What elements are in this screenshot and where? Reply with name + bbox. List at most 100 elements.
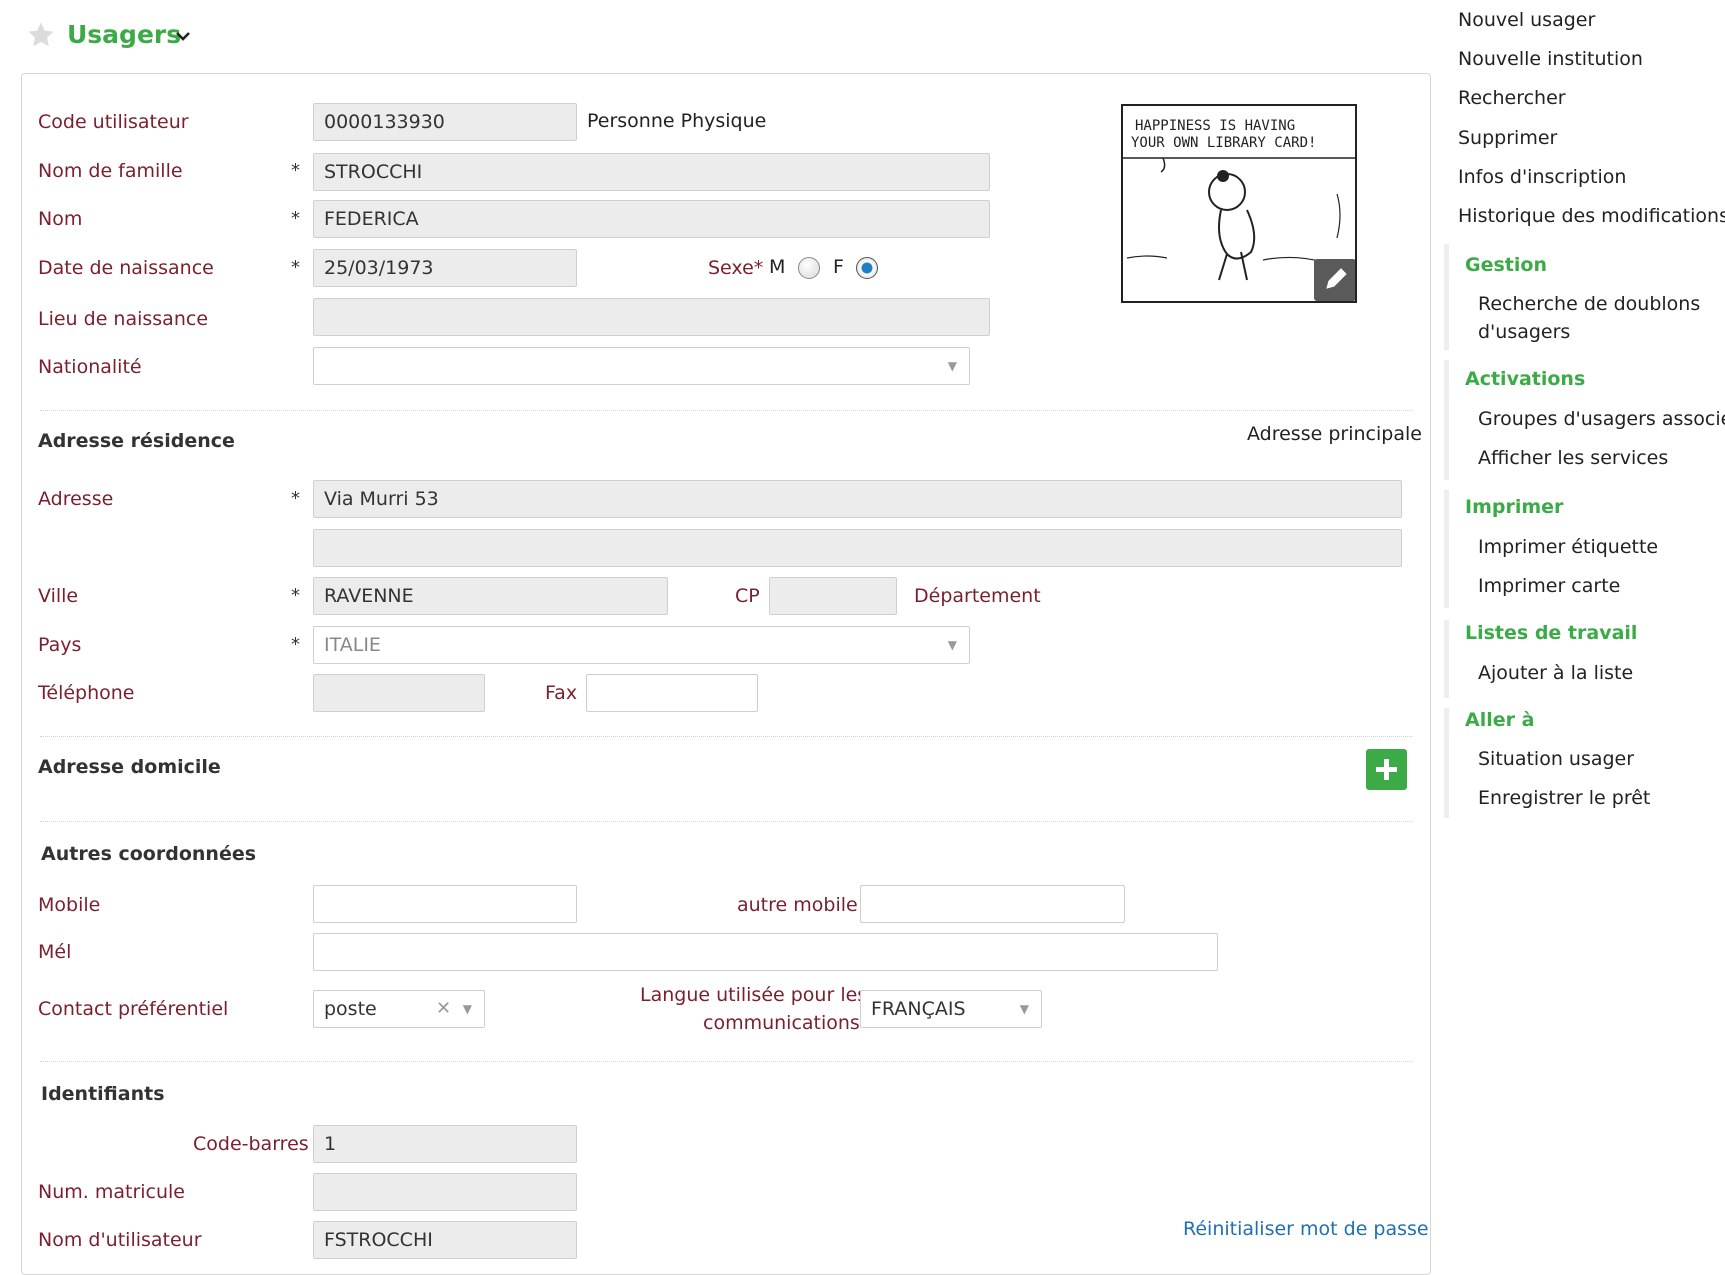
sidebar-heading-imprimer: Imprimer [1465, 496, 1564, 518]
other-mobile-field[interactable] [860, 885, 1125, 923]
name-label: Nom [38, 208, 83, 230]
cp-label: CP [735, 585, 760, 607]
residence-section-title: Adresse résidence [38, 430, 235, 452]
birthplace-field[interactable] [313, 298, 990, 336]
page-title: Usagers [67, 20, 182, 49]
pencil-icon [1326, 268, 1347, 289]
contact-select[interactable]: poste ✕ ▼ [313, 990, 485, 1028]
required-marker: * [291, 208, 300, 229]
city-field[interactable]: RAVENNE [313, 577, 668, 615]
sidebar-registration-info[interactable]: Infos d'inscription [1458, 166, 1626, 188]
contact-value: poste [324, 998, 377, 1020]
fax-label: Fax [545, 682, 578, 704]
section-divider [40, 736, 1412, 737]
sex-label: Sexe* [708, 257, 764, 279]
plus-icon [1376, 759, 1397, 780]
sidebar-item-print-label[interactable]: Imprimer étiquette [1478, 533, 1658, 561]
mobile-field[interactable] [313, 885, 577, 923]
sex-f-label: F [833, 256, 844, 278]
name-field[interactable]: FEDERICA [313, 200, 990, 238]
section-divider [40, 1061, 1412, 1062]
matricule-field[interactable] [313, 1173, 577, 1211]
code-label: Code utilisateur [38, 111, 189, 133]
photo-caption-line2: YOUR OWN LIBRARY CARD! [1131, 135, 1317, 151]
clear-selection-icon[interactable]: ✕ [436, 991, 451, 1027]
section-divider [40, 821, 1412, 822]
city-label: Ville [38, 585, 79, 607]
nationality-label: Nationalité [38, 356, 142, 378]
fax-field[interactable] [586, 674, 758, 712]
address2-field[interactable] [313, 529, 1402, 567]
nationality-select[interactable]: ▼ [313, 347, 970, 385]
language-label-line1: Langue utilisée pour les [640, 984, 868, 1006]
sidebar-heading-aller: Aller à [1465, 709, 1535, 731]
country-select[interactable]: ITALIE ▼ [313, 626, 970, 664]
required-marker: * [291, 257, 300, 278]
barcode-field[interactable]: 1 [313, 1125, 577, 1163]
language-label-line2: communications [703, 1012, 860, 1034]
sidebar-item-duplicates-line1[interactable]: Recherche de doublons [1478, 290, 1700, 318]
cp-field[interactable] [769, 577, 897, 615]
section-divider [40, 410, 1412, 411]
title-chevron-down-icon[interactable] [174, 27, 192, 49]
matricule-label: Num. matricule [38, 1181, 185, 1203]
sidebar-heading-listes: Listes de travail [1465, 622, 1638, 644]
dropdown-caret-icon: ▼ [947, 359, 957, 373]
required-marker: * [291, 488, 300, 509]
sidebar-group-bar [1444, 490, 1449, 608]
sidebar-heading-gestion: Gestion [1465, 254, 1547, 276]
user-photo: HAPPINESS IS HAVING YOUR OWN LIBRARY CAR… [1121, 104, 1357, 303]
sidebar-item-add-to-list[interactable]: Ajouter à la liste [1478, 659, 1633, 687]
add-domicile-button[interactable] [1366, 749, 1407, 790]
code-field: 0000133930 [313, 103, 577, 141]
country-value: ITALIE [324, 634, 381, 656]
dob-field[interactable]: 25/03/1973 [313, 249, 577, 287]
other-mobile-label: autre mobile [737, 894, 858, 916]
sidebar-search[interactable]: Rechercher [1458, 87, 1566, 109]
email-field[interactable] [313, 933, 1218, 971]
sidebar-change-history[interactable]: Historique des modifications [1458, 205, 1725, 227]
phone-label: Téléphone [38, 682, 135, 704]
sidebar-item-show-services[interactable]: Afficher les services [1478, 444, 1668, 472]
reset-password-link[interactable]: Réinitialiser mot de passe [1183, 1218, 1429, 1240]
sidebar-item-user-groups[interactable]: Groupes d'usagers associés [1478, 405, 1725, 433]
phone-field[interactable] [313, 674, 485, 712]
photo-caption-line1: HAPPINESS IS HAVING [1135, 118, 1296, 134]
address-label: Adresse [38, 488, 114, 510]
dropdown-caret-icon: ▼ [1019, 1002, 1029, 1016]
person-type-text: Personne Physique [587, 110, 767, 132]
surname-field[interactable]: STROCCHI [313, 153, 990, 191]
favorite-star-icon[interactable] [26, 20, 56, 50]
sidebar-item-print-card[interactable]: Imprimer carte [1478, 572, 1620, 600]
birthplace-label: Lieu de naissance [38, 308, 209, 330]
dob-label: Date de naissance [38, 257, 214, 279]
sidebar-delete[interactable]: Supprimer [1458, 127, 1557, 149]
sidebar-item-user-situation[interactable]: Situation usager [1478, 745, 1634, 773]
sidebar-heading-activations: Activations [1465, 368, 1586, 390]
language-value: FRANÇAIS [871, 998, 966, 1020]
sex-f-radio[interactable] [856, 257, 878, 279]
username-field[interactable]: FSTROCCHI [313, 1221, 577, 1259]
surname-label: Nom de famille [38, 160, 183, 182]
contact-label: Contact préférentiel [38, 998, 229, 1020]
department-label: Département [914, 585, 1041, 607]
main-address-tag: Adresse principale [1247, 423, 1422, 445]
dropdown-caret-icon: ▼ [462, 1002, 472, 1016]
email-label: Mél [38, 941, 72, 963]
country-label: Pays [38, 634, 82, 656]
sidebar-new-institution[interactable]: Nouvelle institution [1458, 48, 1643, 70]
sidebar-group-bar [1444, 708, 1449, 818]
sex-m-label: M [769, 256, 786, 278]
ids-section-title: Identifiants [41, 1083, 165, 1105]
language-select[interactable]: FRANÇAIS ▼ [860, 990, 1042, 1028]
sex-m-radio[interactable] [798, 257, 820, 279]
required-marker: * [291, 160, 300, 181]
sidebar-item-duplicates-line2[interactable]: d'usagers [1478, 318, 1570, 346]
dropdown-caret-icon: ▼ [947, 638, 957, 652]
other-section-title: Autres coordonnées [41, 843, 257, 865]
sidebar-group-bar [1444, 360, 1449, 480]
sidebar-item-register-loan[interactable]: Enregistrer le prêt [1478, 784, 1650, 812]
sidebar-new-user[interactable]: Nouvel usager [1458, 9, 1595, 31]
address-field[interactable]: Via Murri 53 [313, 480, 1402, 518]
edit-photo-button[interactable] [1314, 259, 1355, 301]
